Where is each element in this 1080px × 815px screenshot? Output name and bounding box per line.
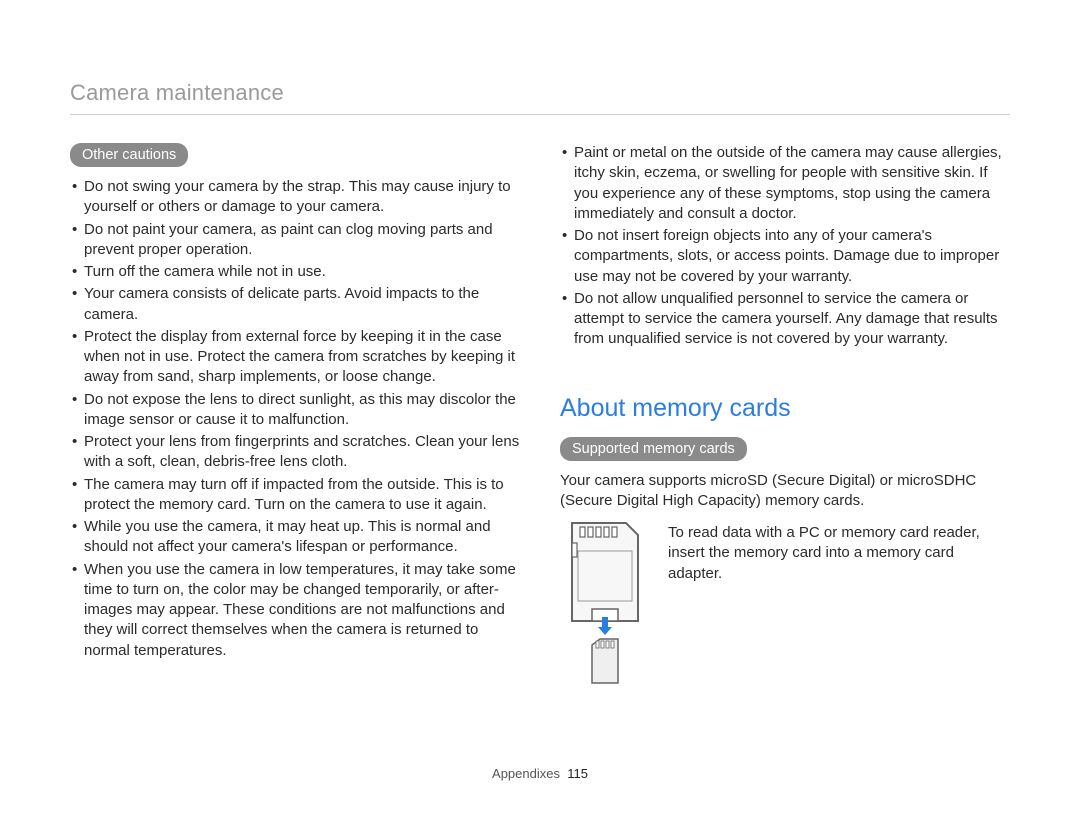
footer-page-number: 115 (567, 766, 588, 781)
list-item: Do not insert foreign objects into any o… (560, 226, 1010, 287)
list-item: Your camera consists of delicate parts. … (70, 284, 520, 325)
two-column-layout: Other cautions Do not swing your camera … (70, 143, 1010, 691)
sd-card-adapter-illustration (560, 521, 650, 691)
list-item: Turn off the camera while not in use. (70, 262, 520, 282)
manual-page: Camera maintenance Other cautions Do not… (0, 0, 1080, 815)
other-cautions-list: Do not swing your camera by the strap. T… (70, 177, 520, 661)
supported-cards-body: Your camera supports microSD (Secure Dig… (560, 471, 1010, 512)
list-item: While you use the camera, it may heat up… (70, 517, 520, 558)
adapter-note-text: To read data with a PC or memory card re… (668, 521, 1010, 584)
list-item: Paint or metal on the outside of the cam… (560, 143, 1010, 224)
list-item: Do not allow unqualified personnel to se… (560, 289, 1010, 350)
right-column: Paint or metal on the outside of the cam… (560, 143, 1010, 691)
list-item: When you use the camera in low temperatu… (70, 560, 520, 661)
list-item: Protect your lens from fingerprints and … (70, 432, 520, 473)
right-top-list: Paint or metal on the outside of the cam… (560, 143, 1010, 350)
sd-card-adapter-icon (572, 523, 638, 621)
left-column: Other cautions Do not swing your camera … (70, 143, 520, 691)
page-footer: Appendixes 115 (0, 766, 1080, 781)
list-item: Do not expose the lens to direct sunligh… (70, 390, 520, 431)
page-header-title: Camera maintenance (70, 80, 1010, 115)
other-cautions-heading: Other cautions (70, 143, 188, 167)
micro-sd-card-icon (592, 639, 618, 683)
list-item: Do not paint your camera, as paint can c… (70, 220, 520, 261)
list-item: Do not swing your camera by the strap. T… (70, 177, 520, 218)
footer-section: Appendixes (492, 766, 560, 781)
supported-memory-cards-heading: Supported memory cards (560, 437, 747, 461)
adapter-note-row: To read data with a PC or memory card re… (560, 521, 1010, 691)
list-item: The camera may turn off if impacted from… (70, 475, 520, 516)
list-item: Protect the display from external force … (70, 327, 520, 388)
about-memory-cards-heading: About memory cards (560, 394, 1010, 423)
